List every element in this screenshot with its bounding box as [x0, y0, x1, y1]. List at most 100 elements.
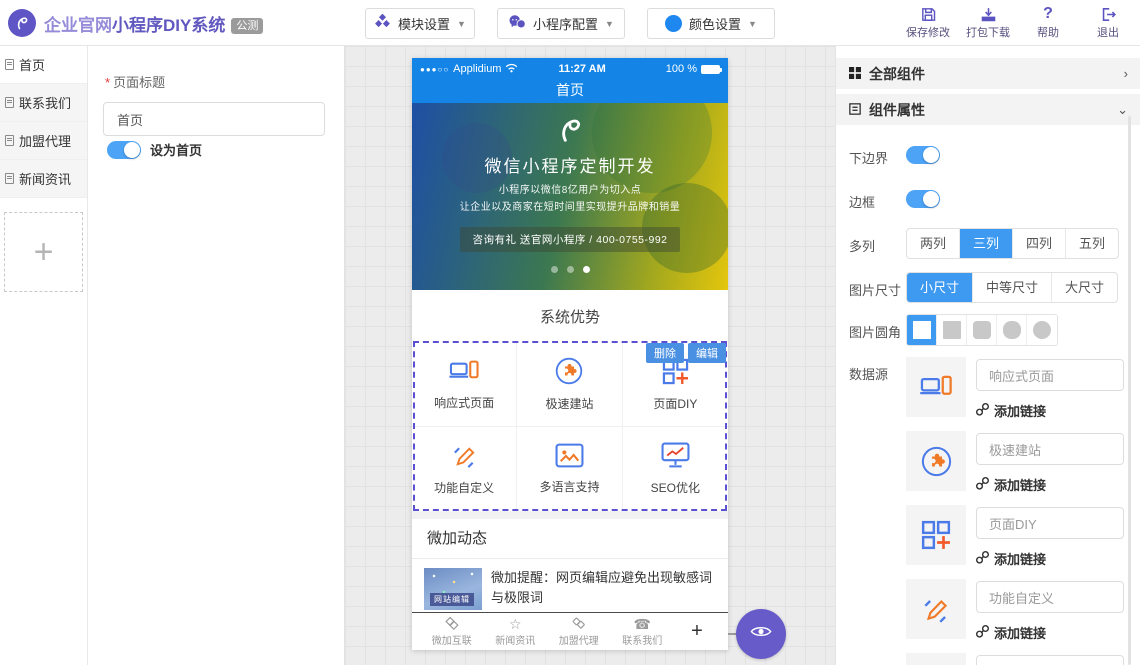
sidebar-item-label: 加盟代理 [19, 131, 71, 150]
link-icon [976, 625, 989, 641]
data-source-label: 数据源 [849, 364, 888, 383]
radius-option-0[interactable] [907, 315, 937, 345]
add-link-button[interactable]: 添加链接 [976, 623, 1046, 642]
page-title-input[interactable] [103, 102, 325, 136]
radius-option-2[interactable] [967, 315, 997, 345]
feature-grid-component[interactable]: 删除 编辑 响应式页面 极速建站 页面DIY [412, 343, 728, 511]
hero-banner-component[interactable]: 微信小程序定制开发 小程序以微信8亿用户为切入点 让企业以及商家在短时间里实现提… [412, 103, 728, 290]
panel-scrollbar[interactable] [1128, 116, 1131, 665]
color-settings-label: 颜色设置 [689, 14, 741, 33]
radius-option-1[interactable] [937, 315, 967, 345]
miniapp-config-label: 小程序配置 [533, 14, 598, 33]
page-icon [5, 135, 14, 146]
pages-sidebar: 首页 联系我们 加盟代理 新闻资讯 + [0, 46, 88, 665]
sidebar-item-home[interactable]: 首页 [0, 46, 87, 84]
list-icon [849, 102, 861, 118]
sidebar-item-news[interactable]: 新闻资讯 [0, 160, 87, 198]
download-icon [980, 4, 997, 23]
delete-button[interactable]: 删除 [646, 343, 684, 363]
columns-option-2[interactable]: 两列 [907, 229, 960, 258]
battery-percent: 100 % [666, 63, 697, 75]
sidebar-item-label: 新闻资讯 [19, 169, 71, 188]
save-button[interactable]: 保存修改 [906, 4, 950, 40]
tab-weijia[interactable]: 微加互联 [420, 616, 484, 647]
responsive-icon [449, 359, 479, 387]
hero-subtitle-2: 让企业以及商家在短时间里实现提升品牌和销量 [412, 198, 728, 213]
item-name-input[interactable] [976, 507, 1124, 539]
download-button[interactable]: 打包下载 [966, 4, 1010, 40]
columns-option-3[interactable]: 三列 [960, 229, 1013, 258]
feature-custom[interactable]: 功能自定义 [412, 427, 517, 511]
hero-title: 微信小程序定制开发 [412, 152, 728, 177]
exit-label: 退出 [1097, 24, 1119, 40]
img-radius-label: 图片圆角 [849, 322, 901, 341]
item-name-input[interactable] [976, 359, 1124, 391]
add-page-button[interactable]: + [4, 212, 83, 292]
add-link-button[interactable]: 添加链接 [976, 401, 1046, 420]
img-size-small[interactable]: 小尺寸 [907, 273, 973, 302]
brand-logo-icon [8, 9, 36, 37]
phone-tabbar: 微加互联 ☆ 新闻资讯 加盟代理 ☎ 联系我们 + [412, 612, 728, 650]
radius-option-4[interactable] [1027, 315, 1057, 345]
eye-icon [750, 624, 772, 644]
exit-button[interactable]: 退出 [1086, 4, 1130, 40]
section-divider [412, 511, 728, 519]
miniapp-config-menu[interactable]: 小程序配置 ▼ [497, 8, 625, 39]
link-icon [976, 477, 989, 493]
carrier-label: Applidium [453, 63, 501, 75]
grid-icon [849, 66, 861, 82]
tab-news[interactable]: ☆ 新闻资讯 [484, 616, 548, 647]
sidebar-item-contact[interactable]: 联系我们 [0, 84, 87, 122]
img-size-segmented-control: 小尺寸 中等尺寸 大尺寸 [906, 272, 1118, 303]
phone-preview: ●●●○○ Applidium 11:27 AM 100 % 首页 微信小程序定… [412, 58, 728, 650]
help-button[interactable]: ? 帮助 [1026, 4, 1070, 40]
hero-cta-pill: 咨询有礼 送官网小程序 / 400-0755-992 [460, 227, 679, 252]
bottom-border-toggle[interactable] [906, 146, 940, 164]
columns-option-5[interactable]: 五列 [1066, 229, 1118, 258]
all-components-header[interactable]: 全部组件 › [836, 58, 1140, 89]
responsive-icon [906, 357, 966, 417]
page-settings-panel: *页面标题 设为首页 [88, 46, 345, 665]
add-link-button[interactable]: 添加链接 [976, 549, 1046, 568]
sidebar-item-agency[interactable]: 加盟代理 [0, 122, 87, 160]
component-props-header[interactable]: 组件属性 ⌄ [836, 94, 1140, 125]
radius-option-3[interactable] [997, 315, 1027, 345]
tab-contact[interactable]: ☎ 联系我们 [611, 616, 675, 647]
feature-fastbuild[interactable]: 极速建站 [517, 343, 622, 427]
diy-builder-app: 企业官网小程序DIY系统公测 模块设置 ▼ 小程序配置 ▼ 颜色设置 ▼ 保存修… [0, 0, 1140, 665]
item-name-input[interactable] [976, 655, 1124, 665]
page-icon [5, 173, 14, 184]
link-icon [976, 403, 989, 419]
feature-responsive[interactable]: 响应式页面 [412, 343, 517, 427]
diy-icon [906, 505, 966, 565]
required-mark: * [105, 75, 110, 90]
color-settings-menu[interactable]: 颜色设置 ▼ [647, 8, 775, 39]
tabbar-add-button[interactable]: + [674, 620, 720, 643]
feature-multilang[interactable]: 多语言支持 [517, 427, 622, 511]
feature-seo[interactable]: SEO优化 [623, 427, 728, 511]
top-toolbar: 企业官网小程序DIY系统公测 模块设置 ▼ 小程序配置 ▼ 颜色设置 ▼ 保存修… [0, 0, 1140, 46]
set-home-toggle[interactable] [107, 141, 141, 159]
news-list-item[interactable]: 网站编辑 微加提醒：网页编辑应避免出现敏感词与极限词 [412, 559, 728, 610]
help-icon: ? [1043, 4, 1053, 23]
module-settings-menu[interactable]: 模块设置 ▼ [365, 8, 475, 39]
carousel-dots [412, 266, 728, 273]
columns-segmented-control: 两列 三列 四列 五列 [906, 228, 1119, 259]
properties-panel: 全部组件 › 组件属性 ⌄ 下边界 边框 多列 两列 三列 四列 五列 图片尺寸… [835, 46, 1140, 665]
phone-nav-title: 首页 [412, 80, 728, 103]
item-name-input[interactable] [976, 433, 1124, 465]
img-size-medium[interactable]: 中等尺寸 [973, 273, 1052, 302]
app-logo: 企业官网小程序DIY系统公测 [8, 9, 263, 37]
border-toggle[interactable] [906, 190, 940, 208]
img-size-label: 图片尺寸 [849, 280, 901, 299]
news-section-title[interactable]: 微加动态 [412, 519, 728, 559]
app-title-main: 小程序DIY系统 [112, 16, 225, 35]
edit-button[interactable]: 编辑 [688, 343, 726, 363]
add-link-button[interactable]: 添加链接 [976, 475, 1046, 494]
columns-option-4[interactable]: 四列 [1013, 229, 1066, 258]
tab-agency[interactable]: 加盟代理 [547, 616, 611, 647]
img-size-large[interactable]: 大尺寸 [1052, 273, 1117, 302]
preview-eye-button[interactable] [736, 609, 786, 659]
item-name-input[interactable] [976, 581, 1124, 613]
thumbnail-caption: 网站编辑 [430, 593, 474, 606]
